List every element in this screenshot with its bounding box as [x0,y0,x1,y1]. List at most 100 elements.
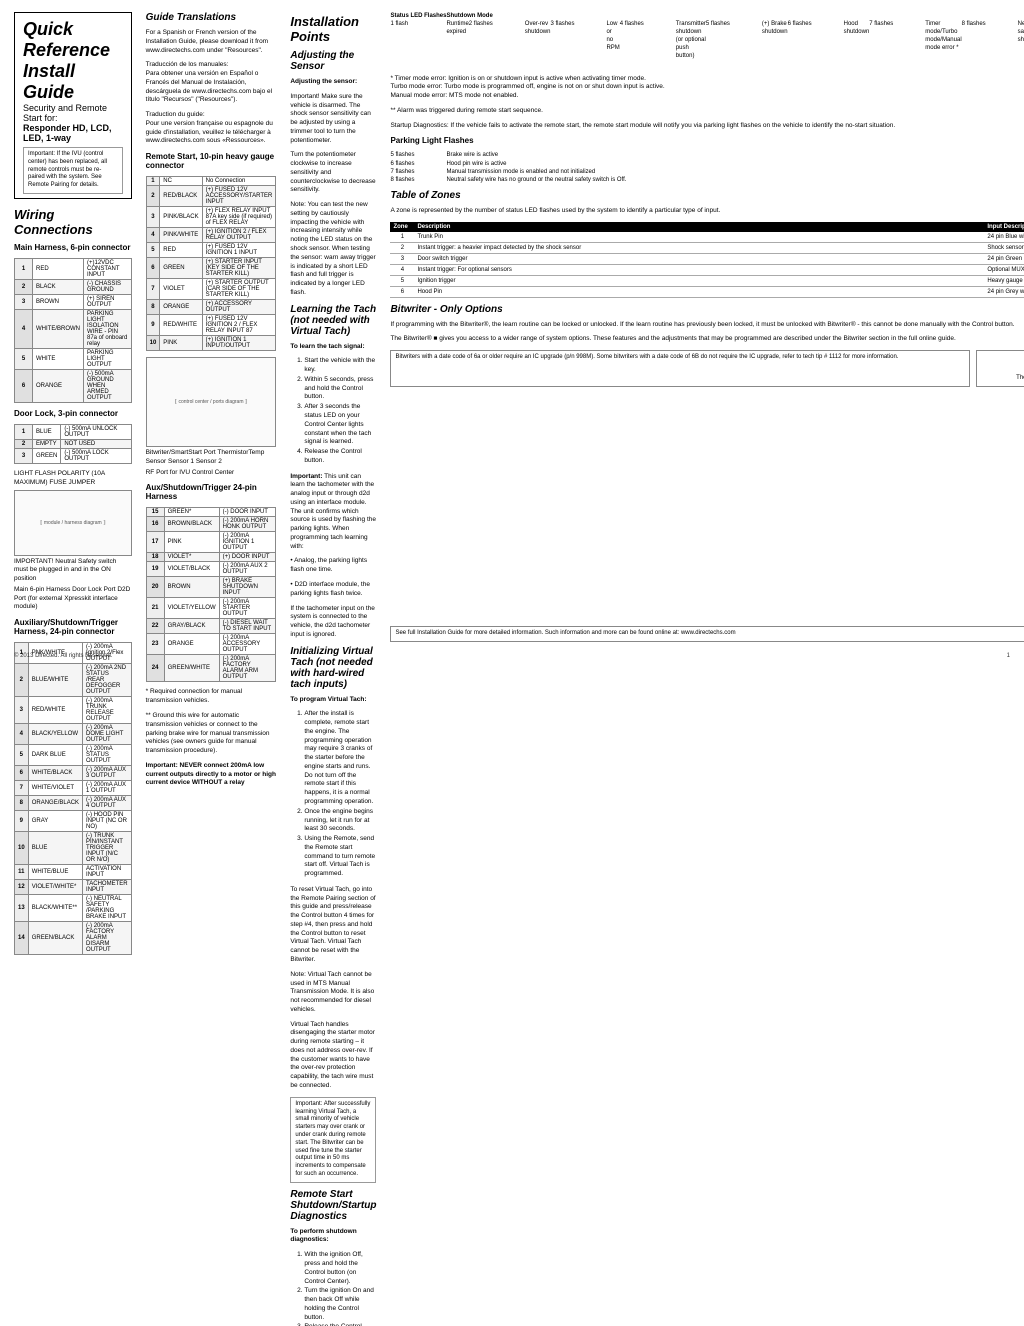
table-row: 1Trunk Pin24 pin Blue wire [390,232,1024,243]
table-row: 4BLACK/YELLOW(-) 200mA DOME LIGHT OUTPUT [15,724,132,745]
doc-sub1: Security and Remote Start for: [23,103,123,123]
table-row: 22GRAY/BLACK(-) DIESEL WAIT TO START INP… [146,619,276,634]
install-heading: Installation Points [290,14,376,44]
adjusting-p2: Turn the potentiometer clockwise to incr… [290,151,376,195]
list-item: Release the Control button. [304,448,376,466]
table-row: 12VIOLET/WHITE*TACHOMETER INPUT [15,880,132,895]
aux24-left-table: 1PNK/WHITE(-) 200mA Ignition 2/Flex OUTP… [14,642,132,955]
list-item: Start the vehicle with the key. [304,357,376,375]
column-1: Quick Reference Install Guide Security a… [14,12,132,642]
table-row: 1 flashRuntime expired [390,20,468,69]
table-row: 14GREEN/BLACK(-) 200mA FACTORY ALARM DIS… [15,922,132,955]
table-row: 18VIOLET*(+) DOOR INPUT [146,553,276,562]
guide-trans-p3: Traduction du guide: Pour une version fr… [146,111,277,146]
main-harness-title: Main Harness, 6-pin connector [14,243,132,252]
page-footer: © 2013 Directed. All rights Reserved. 1 [14,653,1010,659]
plflash-table: 5 flashesBrake wire is active6 flashesHo… [390,151,1024,183]
table-row: 1RED(+)12VDC CONSTANT INPUT [15,258,132,279]
diagram-label-a: LIGHT FLASH POLARITY (10A MAXIMUM) FUSE … [14,470,132,488]
wiring-diagram-area: LIGHT FLASH POLARITY (10A MAXIMUM) FUSE … [14,470,132,612]
learn-tach-imp: Important: This unit can learn the tacho… [290,473,376,552]
aux24-right-title: Aux/Shutdown/Trigger 24-pin Harness [146,483,277,501]
adjusting-sub: Adjusting the sensor: [290,78,376,87]
list-item: Turn the ignition On and then back Off w… [304,1287,376,1322]
page-number: 1 [1007,653,1010,659]
table-row: 5Ignition triggerHeavy gauge 10 pin Pink… [390,275,1024,286]
diag-title: Remote Start Shutdown/Startup Diagnostic… [290,1189,376,1222]
table-row: 3BROWN(+) SIREN OUTPUT [15,294,132,309]
learn-tach-bul2: • D2D interface module, the parking ligh… [290,581,376,599]
list-item: Using the Remote, send the Remote start … [304,835,376,879]
table-row: 2RED/BLACK(+) FUSED 12V ACCESSORY/STARTE… [146,186,276,207]
plflash-title: Parking Light Flashes [390,136,1024,145]
bitwriter-title: Bitwriter - Only Options [390,304,1024,315]
table-row: 3RED/WHITE(-) 200mA TRUNK RELEASE OUTPUT [15,697,132,724]
table-row: 8ORANGE/BLACK(-) 200mA AUX 4 OUTPUT [15,796,132,811]
aux24-important: Important: NEVER connect 200mA low curre… [146,762,277,788]
table-row: 24GREEN/WHITE(-) 200mA FACTORY ALARM ARM… [146,655,276,682]
diagram-label-c: IMPORTANT! Neutral Safety switch must be… [14,558,132,584]
table-row: 5WHITEPARKING LIGHT OUTPUT [15,348,132,369]
table-row: 16BROWN/BLACK(-) 200mA HORN HONK OUTPUT [146,517,276,532]
init-vt-lead: To program Virtual Tach: [290,696,376,705]
bitwriter-p1: If programming with the Bitwriter®, the … [390,321,1024,330]
table-row: 1NCNo Connection [146,177,276,186]
table-row: 3 flashesLow or no RPM [550,20,619,69]
table-row: 17PINK(-) 200mA IGNITION 1 OUTPUT [146,532,276,553]
zones-h2: Description [414,222,984,232]
aux24-star: * Required connection for manual transmi… [146,688,277,706]
page-root: Quick Reference Install Guide Security a… [0,0,1024,648]
wiring-heading: Wiring Connections [14,207,132,237]
table-row: 2EMPTYNOT USED [15,439,132,448]
table-row: 8 flashesNeutral safety wire has no grou… [390,176,1024,184]
column-4: Status LED FlashesShutdown Mode 1 flashR… [390,12,1024,642]
table-row: 6 flashesHood shutdown [788,20,870,69]
learn-tach-steps: Start the vehicle with the key.Within 5 … [290,357,376,466]
table-row: 1BLUE(-) 500mA UNLOCK OUTPUT [15,424,132,439]
diagram2-placeholder-icon: ⟦ control center / ports diagram ⟧ [175,399,248,405]
init-vt-impbox: Important: After successfully learning V… [290,1097,376,1183]
list-item: Release the Control button. [304,1323,376,1326]
bitwriter-box2: D2D DATA TO DATA™ The Bitwriter® (p/n 99… [976,350,1024,387]
table-row: 10PINK(+) IGNITION 1 INPUT/OUTPUT [146,336,276,351]
table-row: 4Instant trigger: For optional sensorsOp… [390,264,1024,275]
bitwriter-box2-text: The Bitwriter® (p/n 998U) requires chip … [981,375,1024,383]
init-vt-vt2: Virtual Tach handles disengaging the sta… [290,1021,376,1091]
table-row: 4PINK/WHITE(+) IGNITION 2 / FLEX RELAY O… [146,228,276,243]
table-row: 5RED(+) FUSED 12V IGNITION 1 INPUT [146,243,276,258]
zones-title: Table of Zones [390,190,1024,201]
learn-tach-tail: If the tachometer input on the system is… [290,605,376,640]
guide-trans-p1: For a Spanish or French version of the I… [146,29,277,55]
shutdown-table: Status LED FlashesShutdown Mode 1 flashR… [390,12,1024,69]
copyright: © 2013 Directed. All rights Reserved. [14,653,112,659]
zones-table: Zone Description Input Description 1Trun… [390,222,1024,298]
table-row: 13BLACK/WHITE**(-) NEUTRAL SAFETY /PARKI… [15,895,132,922]
diag-steps: With the ignition Off, press and hold th… [290,1251,376,1326]
doc-sub2: Responder HD, LCD, LED, 1-way [23,123,123,143]
adjusting-title: Adjusting the Sensor [290,50,376,72]
table-row: 2Instant trigger: a heavier impact detec… [390,242,1024,253]
zones-h3: Input Description [984,222,1024,232]
wiring-diagram: ⟦ module / harness diagram ⟧ [14,490,132,556]
list-item: Within 5 seconds, press and hold the Con… [304,376,376,402]
table-row: 15GREEN*(-) DOOR INPUT [146,508,276,517]
shutdown-footnote2: ** Alarm was triggered during remote sta… [390,107,1024,116]
diagram-label-g: Main 6-pin Harness Door Lock Port D2D Po… [14,586,132,612]
doorlock-title: Door Lock, 3-pin connector [14,409,132,418]
column-3: Installation Points Adjusting the Sensor… [290,12,376,642]
doorlock-table: 1BLUE(-) 500mA UNLOCK OUTPUT2EMPTYNOT US… [14,424,132,464]
table-row: 7 flashesTimer mode/Turbo mode/Manual mo… [869,20,961,69]
table-row: 2BLACK(-) CHASSIS GROUND [15,279,132,294]
column-2: Guide Translations For a Spanish or Fren… [146,12,277,642]
init-vt-note: Note: Virtual Tach cannot be used in MTS… [290,971,376,1015]
diagram-label-f: RF Port for IVU Control Center [146,469,277,478]
main-harness-table: 1RED(+)12VDC CONSTANT INPUT2BLACK(-) CHA… [14,258,132,403]
zones-lead: A zone is represented by the number of s… [390,207,1024,216]
table-row: 5 flashesBrake wire is active [390,151,1024,159]
table-row: 2BLUE/WHITE(-) 200mA 2ND STATUS /REAR DE… [15,664,132,697]
doc-title: Quick Reference Install Guide [23,19,123,103]
list-item: With the ignition Off, press and hold th… [304,1251,376,1286]
remote10-diagram-area: ⟦ control center / ports diagram ⟧ Bitwr… [146,357,277,477]
startup-diag: Startup Diagnostics: If the vehicle fail… [390,122,1024,131]
table-row: 6Hood Pin24 pin Grey wire [390,286,1024,297]
